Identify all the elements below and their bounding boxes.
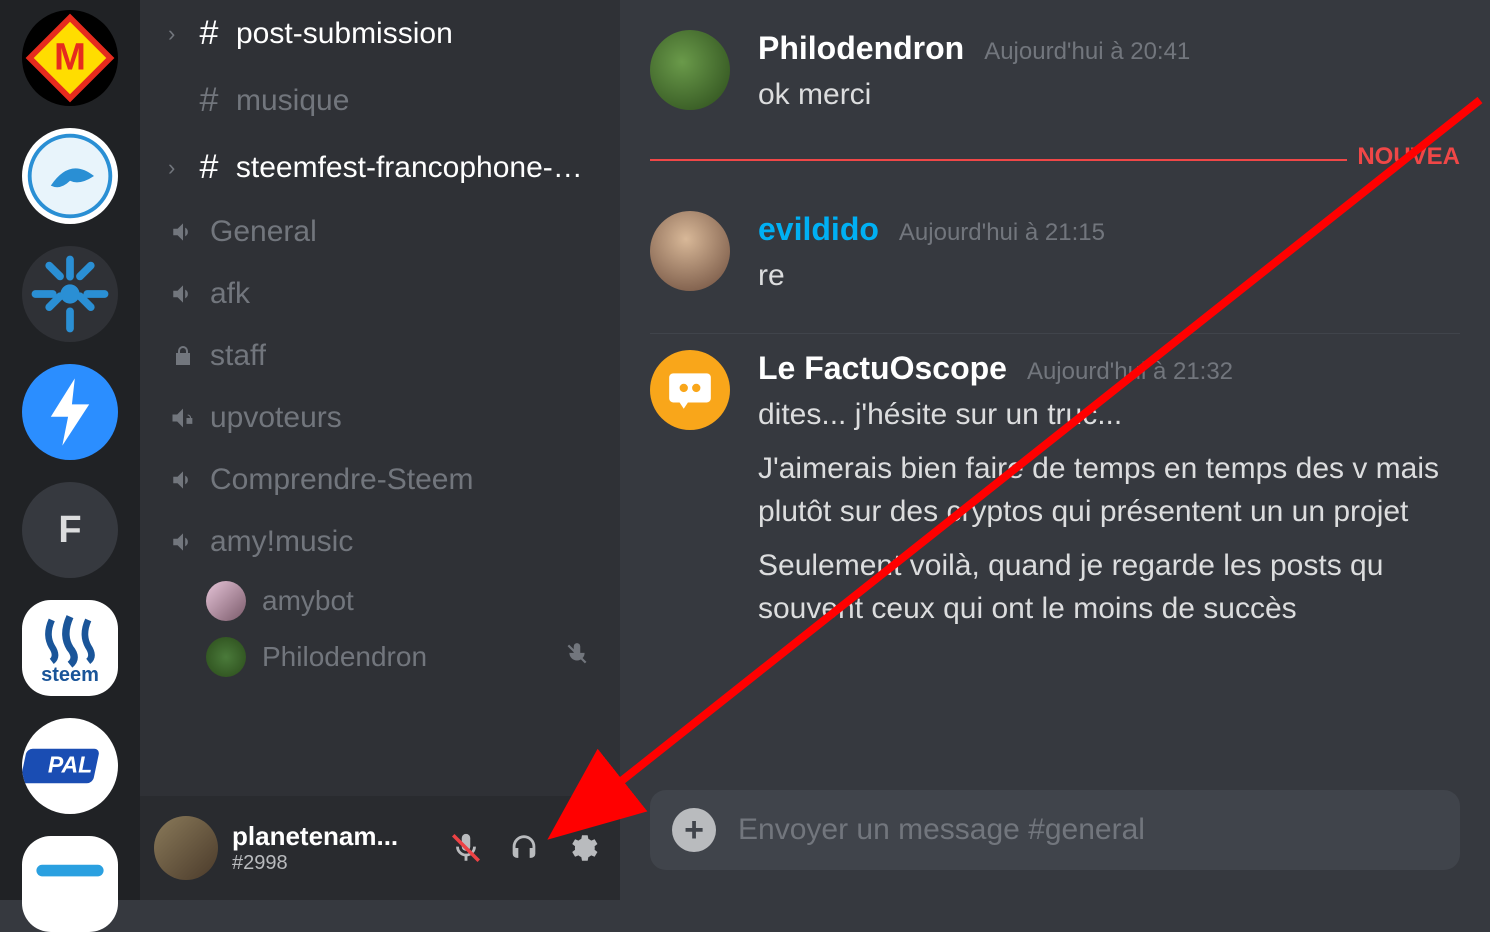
- message-input-area: +: [620, 790, 1490, 900]
- message-input[interactable]: +: [650, 790, 1460, 870]
- chevron-icon: ›: [168, 155, 182, 181]
- speaker-icon: [168, 281, 198, 307]
- message-divider: [650, 333, 1460, 334]
- channel-label: upvoteurs: [210, 401, 342, 435]
- chat-area: Philodendron Aujourd'hui à 20:41 ok merc…: [620, 0, 1490, 900]
- server-icon-blank[interactable]: [22, 836, 118, 932]
- lock-icon: [168, 344, 198, 368]
- voice-member-name: Philodendron: [262, 641, 427, 673]
- hash-icon: #: [194, 148, 224, 187]
- hash-icon: #: [194, 14, 224, 53]
- user-tag: #2998: [232, 852, 428, 875]
- server-letter: F: [58, 509, 81, 552]
- speaker-lock-icon: [168, 404, 198, 432]
- channel-amymusic[interactable]: amy!music: [150, 511, 610, 573]
- user-info: planetenam... #2998: [232, 821, 428, 875]
- channel-comprendre-steem[interactable]: Comprendre-Steem: [150, 449, 610, 511]
- channel-label: amy!music: [210, 525, 353, 559]
- chevron-icon: ›: [168, 21, 182, 47]
- add-attachment-button[interactable]: +: [672, 808, 716, 852]
- message-content: re: [758, 254, 1460, 298]
- channel-post-submission[interactable]: › # post-submission: [150, 0, 610, 67]
- message-author[interactable]: Philodendron: [758, 30, 964, 67]
- deafen-button[interactable]: [500, 824, 548, 872]
- voice-member-philodendron[interactable]: Philodendron: [150, 629, 610, 685]
- server-icon-m[interactable]: M: [22, 10, 118, 106]
- channel-sidebar: › # post-submission # musique › # steemf…: [140, 0, 620, 900]
- message-content: ok merci: [758, 73, 1460, 117]
- server-icon-f[interactable]: F: [22, 482, 118, 578]
- speaker-icon: [168, 219, 198, 245]
- avatar: [206, 637, 246, 677]
- message-timestamp: Aujourd'hui à 21:32: [1027, 358, 1233, 386]
- mic-muted-icon: [564, 641, 590, 674]
- channel-label: General: [210, 215, 317, 249]
- message-timestamp: Aujourd'hui à 20:41: [984, 38, 1190, 66]
- message-content: dites... j'hésite sur un truc... J'aimer…: [758, 393, 1460, 631]
- avatar: [206, 581, 246, 621]
- svg-text:PAL: PAL: [48, 752, 92, 778]
- channel-list: › # post-submission # musique › # steemf…: [140, 0, 620, 796]
- channel-upvoteurs[interactable]: upvoteurs: [150, 387, 610, 449]
- message: evildido Aujourd'hui à 21:15 re: [620, 201, 1490, 328]
- voice-member-name: amybot: [262, 585, 354, 617]
- channel-label: post-submission: [236, 17, 453, 51]
- user-panel: planetenam... #2998: [140, 796, 620, 900]
- svg-text:M: M: [54, 36, 86, 79]
- server-icon-bits[interactable]: [22, 246, 118, 342]
- server-letter: steem: [41, 664, 99, 687]
- user-avatar[interactable]: [154, 816, 218, 880]
- voice-member-amybot[interactable]: amybot: [150, 573, 610, 629]
- channel-label: steemfest-francophone-2...: [236, 151, 592, 185]
- channel-label: musique: [236, 84, 349, 118]
- server-list: M F steem PAL: [0, 0, 140, 900]
- channel-label: staff: [210, 339, 266, 373]
- mute-button[interactable]: [442, 824, 490, 872]
- message: Le FactuOscope Aujourd'hui à 21:32 dites…: [620, 340, 1490, 661]
- message: Philodendron Aujourd'hui à 20:41 ok merc…: [620, 20, 1490, 147]
- user-display-name: planetenam...: [232, 821, 428, 852]
- new-messages-divider: NOUVEA: [650, 159, 1460, 189]
- avatar[interactable]: [650, 211, 730, 291]
- channel-afk[interactable]: afk: [150, 263, 610, 325]
- settings-button[interactable]: [558, 824, 606, 872]
- server-icon-dolphin[interactable]: [22, 128, 118, 224]
- server-icon-pal[interactable]: PAL: [22, 718, 118, 814]
- server-icon-steem[interactable]: steem: [22, 600, 118, 696]
- message-text-field[interactable]: [738, 813, 1438, 847]
- message-timestamp: Aujourd'hui à 21:15: [899, 219, 1105, 247]
- channel-general-voice[interactable]: General: [150, 201, 610, 263]
- message-list: Philodendron Aujourd'hui à 20:41 ok merc…: [620, 0, 1490, 790]
- avatar[interactable]: [650, 30, 730, 110]
- hash-icon: #: [194, 81, 224, 120]
- channel-label: afk: [210, 277, 250, 311]
- message-author[interactable]: evildido: [758, 211, 879, 248]
- speaker-icon: [168, 529, 198, 555]
- channel-staff[interactable]: staff: [150, 325, 610, 387]
- channel-musique[interactable]: # musique: [150, 67, 610, 134]
- server-icon-bolt[interactable]: [22, 364, 118, 460]
- channel-steemfest[interactable]: › # steemfest-francophone-2...: [150, 134, 610, 201]
- divider-label: NOUVEA: [1347, 143, 1460, 171]
- speaker-icon: [168, 467, 198, 493]
- message-author[interactable]: Le FactuOscope: [758, 350, 1007, 387]
- channel-label: Comprendre-Steem: [210, 463, 473, 497]
- avatar[interactable]: [650, 350, 730, 430]
